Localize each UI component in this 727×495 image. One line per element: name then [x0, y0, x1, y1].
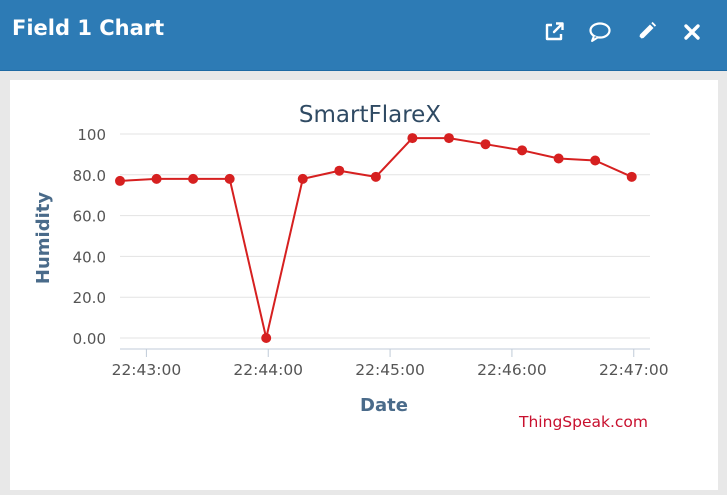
series-line: [119, 137, 633, 339]
data-point[interactable]: [115, 175, 125, 186]
x-tick-label: 22:44:00: [233, 361, 303, 379]
y-axis-ticks: 0.00 20.0 40.0 60.0 80.0 100: [73, 126, 106, 348]
data-point[interactable]: [407, 133, 418, 144]
x-tick-label: 22:46:00: [477, 361, 547, 379]
data-point[interactable]: [443, 133, 454, 144]
close-button[interactable]: [679, 19, 705, 45]
y-tick-label: 100: [77, 126, 106, 144]
widget-header: Field 1 Chart: [0, 0, 727, 71]
edit-button[interactable]: [633, 19, 659, 45]
x-tick-label: 22:47:00: [599, 361, 669, 379]
x-tick-label: 22:45:00: [355, 361, 425, 379]
pencil-icon: [638, 21, 657, 40]
data-point[interactable]: [261, 333, 272, 343]
chart-title: SmartFlareX: [299, 102, 441, 128]
y-tick-label: 20.0: [73, 289, 106, 307]
y-axis-label: Humidity: [33, 192, 54, 284]
x-axis-ticks: 22:43:00 22:44:00 22:45:00 22:46:00 22:47:00: [112, 349, 669, 379]
data-point[interactable]: [224, 173, 235, 184]
y-tick-label: 0.00: [73, 330, 106, 348]
header-actions: [541, 18, 705, 46]
y-tick-label: 80.0: [73, 167, 106, 185]
widget-title: Field 1 Chart: [12, 16, 165, 40]
chart-widget: Field 1 Chart SmartFlareX 0.00 20.0 40.0…: [0, 0, 727, 490]
speech-bubble-icon: [589, 22, 611, 42]
thingspeak-credit[interactable]: ThingSpeak.com: [518, 413, 648, 431]
humidity-chart: SmartFlareX 0.00 20.0 40.0 60.0 80.0 100 22:4…: [33, 102, 669, 431]
open-external-button[interactable]: [541, 19, 567, 45]
y-tick-label: 60.0: [73, 208, 106, 226]
data-point[interactable]: [517, 145, 528, 156]
data-point[interactable]: [334, 165, 345, 176]
x-tick-label: 22:43:00: [112, 361, 182, 379]
x-axis-label: Date: [360, 395, 408, 416]
data-point[interactable]: [480, 139, 491, 150]
data-point[interactable]: [590, 155, 601, 166]
data-point[interactable]: [626, 171, 637, 182]
data-point[interactable]: [151, 173, 162, 184]
data-point[interactable]: [553, 153, 564, 164]
data-point[interactable]: [370, 171, 381, 182]
external-link-icon: [545, 22, 564, 41]
data-point[interactable]: [188, 173, 199, 184]
chart-panel: SmartFlareX 0.00 20.0 40.0 60.0 80.0 100 22:4…: [10, 80, 718, 490]
comment-button[interactable]: [587, 19, 613, 45]
series-humidity: [115, 133, 637, 343]
close-icon: [684, 24, 700, 40]
data-point[interactable]: [297, 173, 308, 184]
y-tick-label: 40.0: [73, 248, 106, 266]
